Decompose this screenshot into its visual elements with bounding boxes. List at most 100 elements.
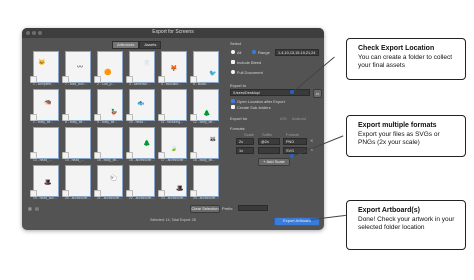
artboard-thumbnail[interactable]: 11 - facturing… (158, 88, 188, 124)
artwork-icon: 🍃 (170, 146, 178, 152)
artboard-thumbnail[interactable]: 🐑 21 - accessorie… (94, 164, 124, 200)
dialog-title: Export for Screens (152, 29, 194, 35)
all-radio[interactable] (231, 50, 235, 54)
suffix-input[interactable] (258, 147, 280, 154)
folder-icon[interactable]: ▭ (313, 89, 322, 98)
list-view-icon[interactable]: ▤ (35, 206, 39, 211)
artboard-label: 7 - bold_icon… (65, 82, 88, 86)
artboard-label: 1 - complete… (33, 82, 55, 86)
artboard-thumbnail[interactable]: 〰 7 - bold_icon… (62, 50, 92, 86)
callout-body: Export your files as SVGs or PNGs (2x yo… (358, 131, 440, 146)
export-for-label: Export for (230, 116, 248, 121)
export-to-heading: Export to (230, 83, 247, 88)
callout-multiple-formats: Export multiple formats Export your file… (346, 115, 466, 157)
range-radio[interactable] (252, 50, 256, 54)
range-input[interactable]: 1-4,10,13,15-19,21,24 (275, 49, 319, 56)
artboard-thumbnail[interactable]: 20 - accessorie… (62, 164, 92, 200)
artwork-icon: 🐱 (38, 60, 46, 66)
full-document-radio[interactable] (231, 70, 235, 74)
artboard-label: 2 - Carl_p… (97, 82, 115, 86)
artboard-label: 21 - accessorie… (97, 196, 123, 200)
artboard-label: 23 - accessorie… (161, 196, 187, 200)
artwork-icon: 🟠 (104, 70, 112, 76)
artboard-thumbnail[interactable]: 🦊 4 - avocado… (158, 50, 188, 86)
artboard-thumbnail[interactable]: 13 - head_… (30, 126, 60, 162)
artboard-thumbnail[interactable]: 🌲 16 - accessorie… (126, 126, 156, 162)
artboard-thumbnail[interactable]: 🦆 9 - body_bit… (94, 88, 124, 124)
marker-dot (290, 90, 294, 94)
artboard-thumbnail[interactable]: 🎩 19 - head_acc… (30, 164, 60, 200)
artboard-thumbnail[interactable]: 8 - body_bit… (62, 88, 92, 124)
title-bar: Export for Screens (22, 28, 324, 38)
artboard-thumbnail[interactable]: 🦝 18 - body_bit… (190, 126, 220, 162)
tab-artboards[interactable]: Artboards (112, 41, 140, 49)
range-label: Range (258, 50, 270, 55)
artwork-icon: 🦊 (170, 66, 178, 72)
artwork-icon: 🐑 (110, 176, 118, 182)
tab-bar: Artboards Assets (112, 41, 162, 49)
artboard-thumbnail[interactable]: 🌲 12 - body_bit… (190, 88, 220, 124)
scale-select[interactable]: 2x (236, 138, 254, 145)
artboard-thumbnail[interactable]: 🍃 17 - accessorie… (158, 126, 188, 162)
grid-view-icon[interactable]: ▦ (28, 206, 32, 211)
artboard-thumbnail[interactable]: 🎩 23 - accessorie… (158, 164, 188, 200)
artboard-label: 24 - accessorie… (193, 196, 219, 200)
artwork-icon: 〰 (77, 65, 84, 71)
artwork-icon: 🦝 (209, 137, 217, 143)
artwork-icon: 🦷 (143, 61, 151, 67)
formats-heading: Formats (230, 126, 245, 131)
artboard-thumbnail[interactable]: 24 - accessorie… (190, 164, 220, 200)
clear-selection-button[interactable]: Clear Selection (190, 205, 220, 213)
artboard-thumbnail[interactable]: 🐟 10 - head… (126, 88, 156, 124)
suffix-input[interactable]: @2x (258, 138, 280, 145)
suffix-column-header: Suffix (262, 132, 272, 137)
include-bleed-label: Include Bleed (237, 60, 262, 65)
all-label: All (237, 50, 242, 55)
open-location-label: Open Location after Export (237, 99, 285, 104)
artboard-thumbnail[interactable]: 14 - head_… (62, 126, 92, 162)
artwork-icon: 🎩 (44, 180, 52, 186)
artwork-icon: 🐟 (137, 101, 145, 107)
artwork-icon: 🎩 (176, 186, 184, 192)
export-path-input[interactable]: /Users/Desktop/ (230, 89, 310, 96)
remove-row-icon[interactable]: ✕ (310, 138, 313, 143)
artboard-label: 14 - head_… (65, 158, 85, 162)
format-select[interactable]: PNG (283, 138, 307, 145)
artboard-thumbnail[interactable]: 🟠 2 - Carl_p… (94, 50, 124, 86)
create-subfolders-checkbox[interactable] (231, 105, 235, 109)
callout-body: You can create a folder to collect your … (358, 54, 453, 69)
add-scale-button[interactable]: + Add Scale (258, 158, 290, 166)
open-location-checkbox[interactable] (231, 99, 235, 103)
artboard-thumbnail[interactable]: 22 - accessorie… (126, 164, 156, 200)
android-option[interactable]: Android (292, 116, 306, 121)
format-column-header: Format (286, 132, 299, 137)
artboard-thumbnail[interactable]: 🐱 1 - complete… (30, 50, 60, 86)
artboard-label: 13 - head_… (33, 158, 53, 162)
tab-assets[interactable]: Assets (139, 41, 162, 49)
callout-title: Export multiple formats (358, 122, 437, 129)
artwork-icon: 🌲 (203, 111, 211, 117)
export-dialog: Export for Screens Artboards Assets 🐱 1 -… (22, 28, 324, 230)
callout-body: Done! Check your artwork in your selecte… (358, 216, 455, 231)
callout-title: Export Artboard(s) (358, 207, 420, 214)
artboard-label: 10 - head… (129, 120, 147, 124)
scale-column-header: Scale (244, 132, 255, 137)
select-heading: Select (230, 41, 242, 46)
artboard-label: 16 - accessorie… (129, 158, 155, 162)
artboard-thumbnail[interactable]: 🐦 5 - Illusin… (190, 50, 220, 86)
artboard-label: 20 - accessorie… (65, 196, 91, 200)
artboard-label: 9 - body_bit… (97, 120, 118, 124)
create-subfolders-label: Create Sub-folders (237, 105, 271, 110)
prefix-input[interactable] (238, 205, 268, 211)
artboard-thumbnail[interactable]: 15 - body_bit… (94, 126, 124, 162)
artboard-label: 12 - body_bit… (193, 120, 216, 124)
include-bleed-checkbox[interactable] (231, 60, 235, 64)
callout-title: Check Export Location (358, 45, 435, 52)
artboard-thumbnail[interactable]: 🦔 1 - body_bit… (30, 88, 60, 124)
artwork-icon: 🦆 (110, 110, 118, 116)
artboard-thumbnail[interactable]: 🦷 3 - camerad… (126, 50, 156, 86)
scale-select[interactable]: 1x (236, 147, 254, 154)
artwork-icon: 🌲 (143, 141, 151, 147)
ios-option[interactable]: iOS (280, 116, 287, 121)
artboard-label: 19 - head_acc… (33, 196, 58, 200)
